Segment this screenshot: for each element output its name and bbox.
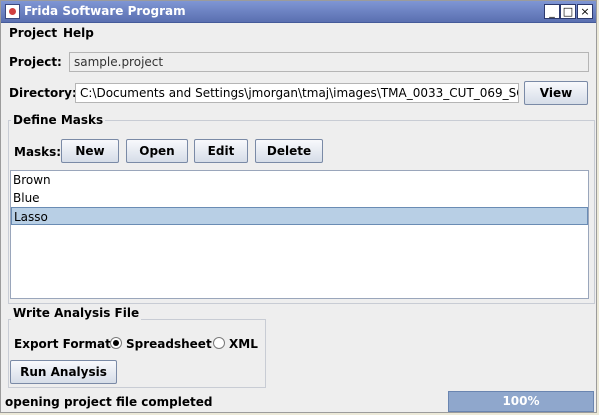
mask-item-blue[interactable]: Blue [11,189,588,207]
close-button[interactable]: × [577,4,593,19]
xml-label[interactable]: XML [229,337,258,351]
minimize-button[interactable]: _ [544,4,560,19]
directory-field[interactable]: C:\Documents and Settings\jmorgan\tmaj\i… [75,83,519,103]
delete-mask-button[interactable]: Delete [255,139,323,163]
edit-mask-button[interactable]: Edit [194,139,248,163]
title-bar[interactable]: Frida Software Program _ □ × [1,1,596,23]
new-mask-button[interactable]: New [61,139,119,163]
project-label: Project: [9,55,62,69]
mask-item-brown[interactable]: Brown [11,171,588,189]
spreadsheet-radio[interactable] [110,337,122,349]
window-title: Frida Software Program [24,4,186,18]
run-analysis-button[interactable]: Run Analysis [10,360,117,384]
app-icon [5,4,20,19]
export-format-label: Export Format: [14,337,116,351]
xml-radio[interactable] [213,337,225,349]
menu-bar: Project Help [1,24,596,44]
maximize-button[interactable]: □ [560,4,576,19]
analysis-group-title: Write Analysis File [11,306,142,320]
directory-label: Directory: [9,86,77,100]
menu-project[interactable]: Project [9,26,57,40]
main-window: Frida Software Program _ □ × Project Hel… [0,0,597,413]
open-mask-button[interactable]: Open [126,139,188,163]
spreadsheet-label[interactable]: Spreadsheet [126,337,212,351]
menu-help[interactable]: Help [63,26,94,40]
status-message: opening project file completed [5,395,213,409]
project-field: sample.project [69,52,589,72]
masks-list[interactable]: Brown Blue Lasso [10,170,589,299]
define-masks-title: Define Masks [11,113,106,127]
mask-item-lasso[interactable]: Lasso [11,207,588,225]
view-button[interactable]: View [524,81,588,105]
masks-label: Masks: [14,145,62,159]
progress-bar: 100% [448,391,594,412]
